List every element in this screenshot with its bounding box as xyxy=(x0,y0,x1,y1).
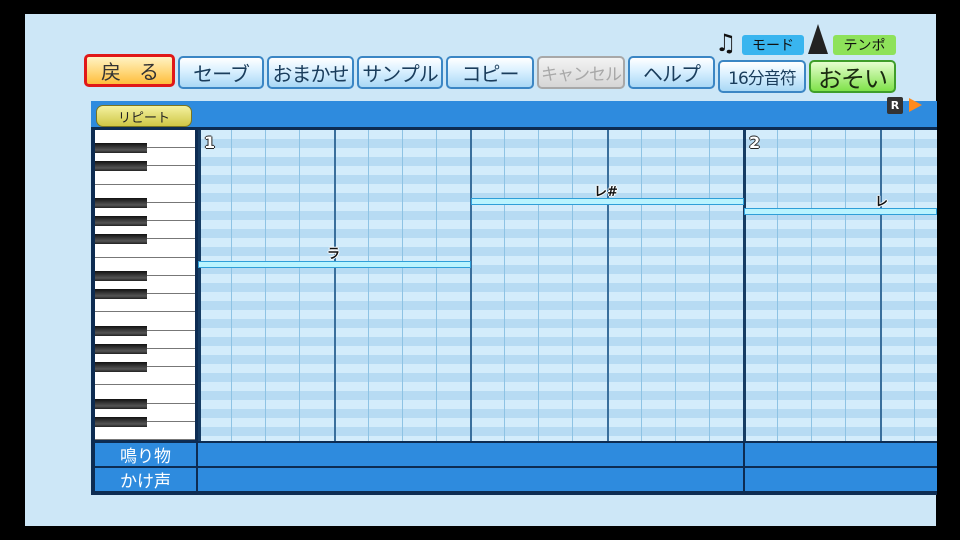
pitch-row xyxy=(198,238,937,247)
pitch-row xyxy=(198,391,937,400)
mode-tag: モード xyxy=(742,35,804,55)
pitch-row xyxy=(198,418,937,427)
black-key[interactable] xyxy=(95,161,147,172)
track-label: 鳴り物 xyxy=(120,447,171,467)
grid-line xyxy=(538,130,539,441)
pitch-row xyxy=(198,337,937,346)
grid-line xyxy=(777,130,778,441)
sample-button[interactable]: サンプル xyxy=(357,56,443,89)
black-key[interactable] xyxy=(95,234,147,245)
pitch-row xyxy=(198,382,937,391)
pitch-row xyxy=(198,400,937,409)
black-key[interactable] xyxy=(95,143,147,154)
note-label: ラ xyxy=(327,247,341,262)
pitch-row xyxy=(198,310,937,319)
pitch-row xyxy=(198,283,937,292)
pitch-row xyxy=(198,247,937,256)
cancel-button[interactable]: キャンセル xyxy=(537,56,625,89)
grid-line xyxy=(641,130,642,441)
help-button[interactable]: ヘルプ xyxy=(628,56,715,89)
pitch-row xyxy=(198,319,937,328)
grid-line xyxy=(402,130,403,441)
pitch-row xyxy=(198,427,937,436)
music-note-icon: ♫ xyxy=(715,29,737,57)
pitch-row xyxy=(198,373,937,382)
pitch-row xyxy=(198,409,937,418)
pitch-row xyxy=(198,139,937,148)
black-key[interactable] xyxy=(95,289,147,300)
grid-line xyxy=(368,130,369,441)
note-grid[interactable]: 1 2 ラ レ# レ xyxy=(198,130,937,441)
pitch-row xyxy=(198,292,937,301)
piano-roll-editor: リピート R 1 2 ラ レ# レ 鳴り物 かけ声 xyxy=(91,97,937,495)
grid-line xyxy=(334,130,336,441)
game-screen: 戻 る セーブ おまかせ サンプル コピー キャンセル ヘルプ ♫ モード テン… xyxy=(25,14,937,526)
grid-line xyxy=(504,130,505,441)
pitch-row xyxy=(198,148,937,157)
grid-line xyxy=(607,130,609,441)
pitch-row xyxy=(198,130,937,139)
black-key[interactable] xyxy=(95,325,147,336)
grid-line xyxy=(436,130,437,441)
grid-line xyxy=(470,130,472,441)
note-length-button[interactable]: 16分音符 xyxy=(718,60,806,93)
track-row-percussion[interactable]: 鳴り物 xyxy=(95,443,937,467)
black-key[interactable] xyxy=(95,362,147,373)
grid-line xyxy=(231,130,232,441)
grid-line xyxy=(709,130,710,441)
pitch-row xyxy=(198,166,937,175)
note-bar[interactable] xyxy=(198,261,471,268)
grid-line xyxy=(914,130,915,441)
black-key[interactable] xyxy=(95,216,147,227)
black-key[interactable] xyxy=(95,197,147,208)
repeat-button[interactable]: リピート xyxy=(96,105,192,127)
measure-number: 1 xyxy=(204,133,216,152)
black-key[interactable] xyxy=(95,270,147,281)
grid-line xyxy=(299,130,300,441)
pitch-row xyxy=(198,184,937,193)
pitch-row xyxy=(198,301,937,310)
measure-number: 2 xyxy=(749,133,761,152)
r-button-icon: R xyxy=(887,97,903,114)
play-icon[interactable] xyxy=(909,98,922,112)
pitch-row xyxy=(198,364,937,373)
grid-line xyxy=(198,130,201,441)
back-button[interactable]: 戻 る xyxy=(84,54,175,87)
pitch-row xyxy=(198,436,937,441)
grid-line xyxy=(845,130,846,441)
note-label: レ xyxy=(875,195,889,210)
tempo-tag: テンポ xyxy=(833,35,896,55)
pitch-row xyxy=(198,157,937,166)
pitch-row xyxy=(198,274,937,283)
black-key[interactable] xyxy=(95,398,147,409)
grid-line xyxy=(572,130,573,441)
grid-line xyxy=(880,130,882,441)
tempo-button[interactable]: おそい xyxy=(809,60,896,93)
auto-button[interactable]: おまかせ xyxy=(267,56,354,89)
save-button[interactable]: セーブ xyxy=(178,56,264,89)
pitch-row xyxy=(198,220,937,229)
note-bar[interactable] xyxy=(744,208,937,215)
piano-keyboard[interactable] xyxy=(95,130,195,440)
grid-line xyxy=(743,130,746,441)
pitch-row xyxy=(198,346,937,355)
grid-line xyxy=(265,130,266,441)
track-row-shout[interactable]: かけ声 xyxy=(95,468,937,492)
metronome-icon xyxy=(808,24,828,54)
grid-line xyxy=(811,130,812,441)
pitch-row xyxy=(198,328,937,337)
pitch-row xyxy=(198,175,937,184)
grid-line xyxy=(675,130,676,441)
pitch-row xyxy=(198,355,937,364)
black-key[interactable] xyxy=(95,343,147,354)
black-key[interactable] xyxy=(95,416,147,427)
note-label: レ# xyxy=(594,185,618,200)
copy-button[interactable]: コピー xyxy=(446,56,534,89)
track-label: かけ声 xyxy=(120,472,171,492)
pitch-row xyxy=(198,229,937,238)
measure-ruler: リピート R xyxy=(91,97,937,127)
